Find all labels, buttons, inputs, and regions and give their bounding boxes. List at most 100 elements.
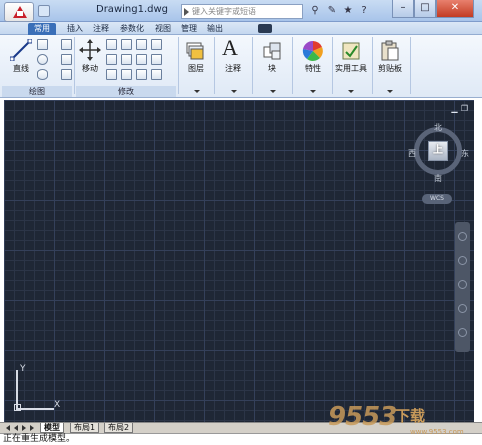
properties-label: 特性 [305,64,321,73]
tab-parametric[interactable]: 参数化 [116,23,148,35]
minimize-button[interactable]: – [392,0,414,18]
pan-icon[interactable] [458,256,467,265]
rectangle-icon[interactable] [61,54,72,65]
quick-access-dropdown-icon[interactable] [38,5,50,17]
drawing-canvas[interactable]: ▁ ❐ 上 北 南 东 西 WCS Y X [4,100,474,422]
move-icon[interactable] [79,39,101,61]
polyline-icon[interactable] [37,39,48,50]
clipboard-dropdown-icon[interactable] [387,90,393,93]
help-icon[interactable]: ? [358,5,370,17]
move-label: 移动 [82,64,98,73]
panel-separator [332,37,333,94]
tab-view[interactable]: 视图 [152,23,174,35]
compass-west[interactable]: 西 [408,148,416,159]
layout-prev-icon[interactable] [14,425,18,431]
viewport-close-icon[interactable] [462,104,471,113]
array-icon[interactable] [121,69,132,80]
ucs-x-axis [16,408,54,410]
panel-separator [178,37,179,94]
tab-insert[interactable]: 插入 [64,23,86,35]
title-bar: Drawing1.dwg 键入关键字或短语 ⚲ ✎ ★ ? – □ ✕ [0,0,482,22]
zoom-icon[interactable] [458,280,467,289]
viewport-minimize-icon[interactable]: ▁ [450,104,459,113]
close-button[interactable]: ✕ [436,0,474,18]
tab-layout1[interactable]: 布局1 [70,423,100,433]
fillet-icon[interactable] [121,54,132,65]
mirror-icon[interactable] [106,54,117,65]
ribbon: 直线 绘图 移动 修改 图层 A 注释 块 特性 实用工具 剪贴板 [0,35,482,98]
block-dropdown-icon[interactable] [270,90,276,93]
chamfer-icon[interactable] [151,69,162,80]
search-input[interactable]: 键入关键字或短语 [181,4,303,19]
favorites-star-icon[interactable]: ★ [342,5,354,17]
ucs-x-label: X [54,400,61,410]
compass-south[interactable]: 南 [434,173,442,184]
layers-label: 图层 [188,64,204,73]
hatch-icon[interactable] [61,69,72,80]
compass-north[interactable]: 北 [434,122,442,133]
offset-icon[interactable] [136,69,147,80]
orbit-icon[interactable] [458,304,467,313]
layers-dropdown-icon[interactable] [194,90,200,93]
properties-icon[interactable] [302,40,324,62]
erase-icon[interactable] [136,39,147,50]
panel-separator [372,37,373,94]
layout-first-icon[interactable] [6,425,10,431]
watermark-url: www.9553.com [410,428,464,436]
copy-icon[interactable] [151,39,162,50]
tab-manage[interactable]: 管理 [178,23,200,35]
command-history-text: 正在重生成模型。 [3,434,76,444]
search-placeholder: 键入关键字或短语 [192,7,256,16]
wcs-menu-button[interactable]: WCS [422,194,452,204]
panel-separator [214,37,215,94]
clipboard-icon[interactable] [380,40,400,62]
binoculars-icon[interactable]: ⚲ [309,5,321,17]
arc-icon[interactable] [61,39,72,50]
layout-last-icon[interactable] [30,425,34,431]
explode-icon[interactable] [136,54,147,65]
panel-modify-title[interactable]: 修改 [76,86,176,97]
stretch-icon[interactable] [151,54,162,65]
panel-separator [252,37,253,94]
circle-icon[interactable] [37,54,48,65]
layout-next-icon[interactable] [22,425,26,431]
tab-layout2[interactable]: 布局2 [104,423,134,433]
trim-icon[interactable] [121,39,132,50]
layers-icon[interactable] [185,41,205,61]
tab-annotate[interactable]: 注释 [90,23,112,35]
annotation-dropdown-icon[interactable] [231,90,237,93]
application-menu-button[interactable] [4,2,34,22]
block-icon[interactable] [262,41,282,61]
watermark-subtitle: 下载 [395,407,426,425]
utilities-label: 实用工具 [335,64,367,73]
utilities-icon[interactable] [340,40,362,62]
utilities-dropdown-icon[interactable] [348,90,354,93]
ribbon-tab-bar: 常用 插入 注释 参数化 视图 管理 输出 [0,22,482,35]
tab-model[interactable]: 模型 [40,423,64,433]
ellipse-icon[interactable] [37,69,48,80]
tab-home[interactable]: 常用 [28,23,56,35]
viewcube-top-face[interactable]: 上 [428,141,448,161]
autocad-logo-icon [13,6,27,18]
ucs-y-label: Y [20,364,26,374]
rotate-icon[interactable] [106,39,117,50]
panel-separator [292,37,293,94]
panel-draw-label: 绘图 [29,87,45,96]
properties-dropdown-icon[interactable] [310,90,316,93]
block-label: 块 [268,64,276,73]
steering-wheel-icon[interactable] [458,232,467,241]
subscription-icon[interactable]: ✎ [326,5,338,17]
ribbon-minimize-icon[interactable] [258,24,272,33]
maximize-button[interactable]: □ [414,0,436,18]
showmotion-icon[interactable] [458,328,467,337]
line-label: 直线 [13,64,29,73]
text-a-icon[interactable]: A [222,35,238,61]
panel-separator [410,37,411,94]
scale-icon[interactable] [106,69,117,80]
tab-output[interactable]: 输出 [204,23,226,35]
line-icon[interactable] [10,39,32,61]
compass-east[interactable]: 东 [461,148,469,159]
ucs-origin-icon [14,404,21,411]
panel-draw-title[interactable]: 绘图 [2,86,72,97]
annotation-label: 注释 [225,64,241,73]
